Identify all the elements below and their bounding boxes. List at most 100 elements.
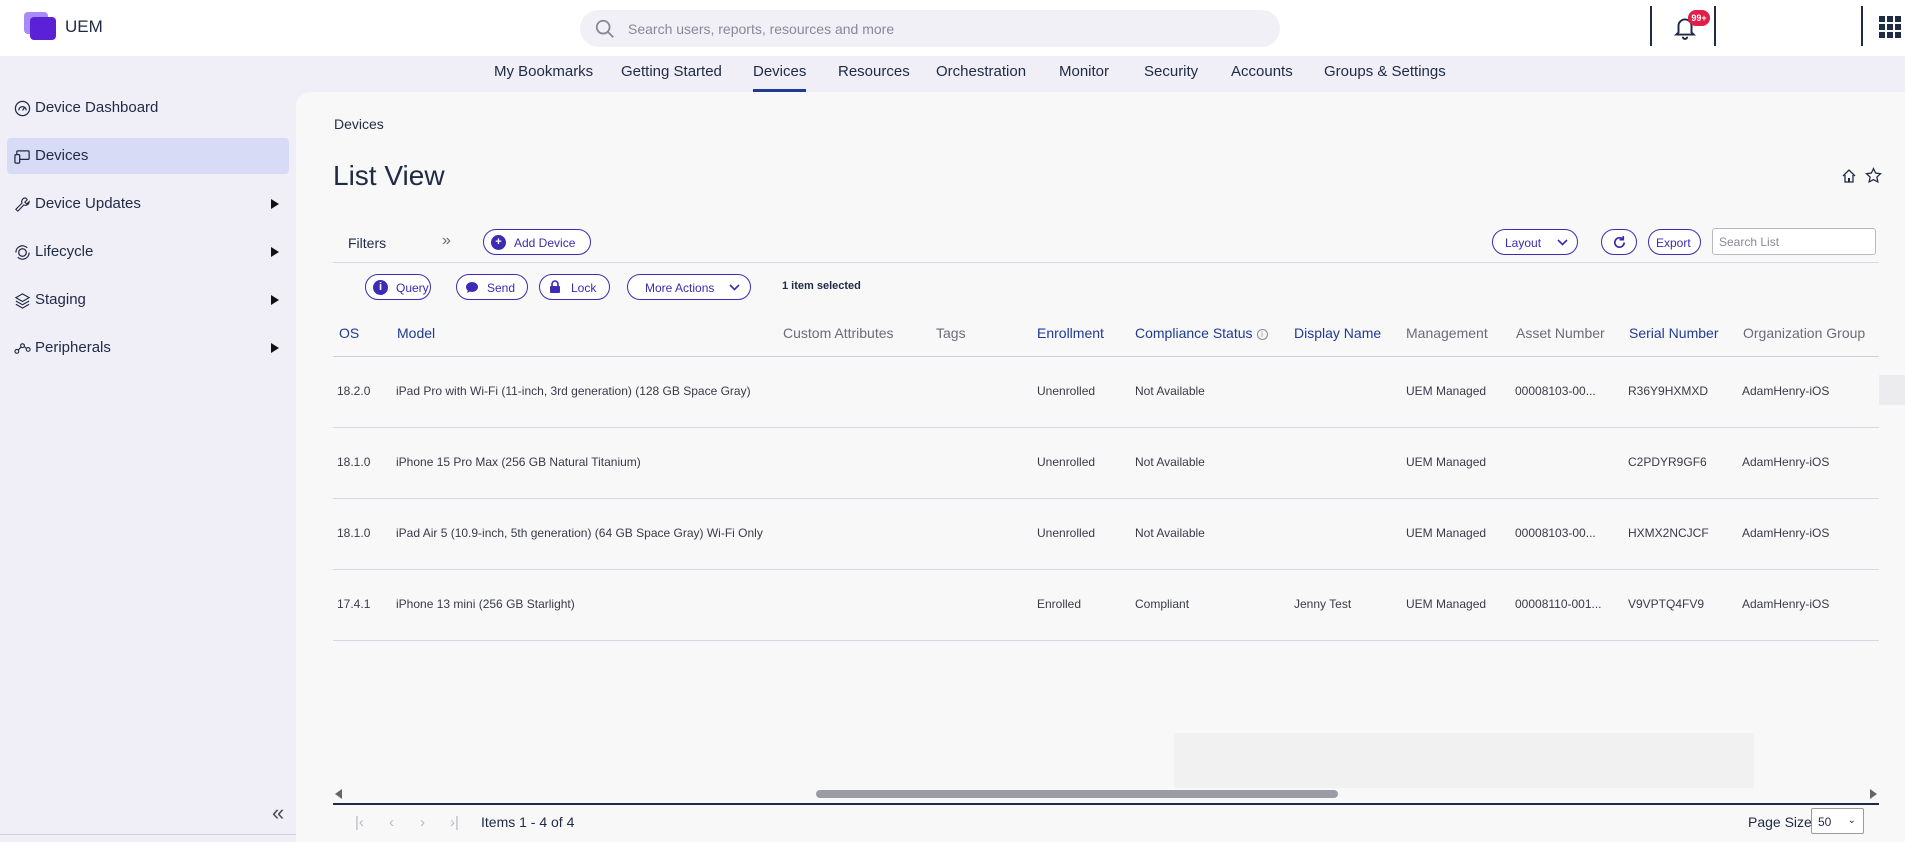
sidebar-items: Device Dashboard Devices Device Updates …	[0, 92, 296, 842]
header-divider	[1714, 6, 1716, 46]
chevron-down-icon	[729, 284, 740, 291]
cell-model[interactable]: iPad Pro with Wi-Fi (11-inch, 3rd genera…	[396, 384, 751, 398]
home-icon[interactable]	[1841, 168, 1857, 184]
nav-my-bookmarks[interactable]: My Bookmarks	[494, 63, 593, 92]
cell-model[interactable]: iPhone 15 Pro Max (256 GB Natural Titani…	[396, 455, 641, 469]
query-button[interactable]: i Query	[365, 274, 431, 300]
nav-accounts[interactable]: Accounts	[1231, 63, 1293, 92]
first-page-icon[interactable]: |‹	[355, 814, 364, 831]
star-icon[interactable]	[1865, 167, 1882, 184]
table-row[interactable]: 17.4.1 iPhone 13 mini (256 GB Starlight)…	[333, 571, 1879, 641]
column-header-serial-number[interactable]: Serial Number	[1629, 325, 1718, 341]
sidebar-item-lifecycle[interactable]: Lifecycle	[7, 234, 289, 270]
nav-devices[interactable]: Devices	[753, 63, 807, 92]
lock-button[interactable]: Lock	[539, 274, 610, 300]
collapse-sidebar-icon[interactable]: «	[272, 800, 284, 826]
table-header: OS Model Custom Attributes Tags Enrollme…	[333, 312, 1879, 357]
cell-organization-group: AdamHenry-iOS	[1742, 455, 1830, 469]
send-button[interactable]: Send	[456, 274, 528, 300]
table-row[interactable]: 18.1.0 iPhone 15 Pro Max (256 GB Natural…	[333, 429, 1879, 499]
scroll-left-icon[interactable]	[335, 789, 342, 799]
scrollbar-thumb[interactable]	[816, 790, 1338, 798]
cell-model[interactable]: iPhone 13 mini (256 GB Starlight)	[396, 597, 575, 611]
brand-name: UEM	[65, 17, 103, 36]
chevron-down-icon: ⌄	[1847, 815, 1856, 826]
app-launcher-icon[interactable]	[1879, 16, 1901, 38]
expand-arrow-icon[interactable]	[271, 295, 279, 305]
prev-page-icon[interactable]: ‹	[389, 814, 394, 831]
devices-icon	[14, 150, 30, 164]
nav-monitor[interactable]: Monitor	[1059, 63, 1109, 92]
column-header-management[interactable]: Management	[1406, 325, 1488, 341]
cell-os: 18.1.0	[337, 455, 371, 469]
sidebar-item-device-updates[interactable]: Device Updates	[7, 186, 289, 222]
sidebar-item-device-dashboard[interactable]: Device Dashboard	[7, 90, 289, 126]
cell-compliance-status: Compliant	[1135, 597, 1190, 611]
column-header-model[interactable]: Model	[397, 325, 435, 341]
column-header-compliance-status[interactable]: Compliance Status i	[1135, 325, 1268, 341]
nav-groups-settings[interactable]: Groups & Settings	[1324, 63, 1446, 92]
expand-arrow-icon[interactable]	[271, 343, 279, 353]
cell-management: UEM Managed	[1406, 384, 1487, 398]
global-search[interactable]	[580, 10, 1280, 47]
info-icon[interactable]: i	[1256, 329, 1268, 340]
column-header-custom-attributes[interactable]: Custom Attributes	[783, 325, 894, 341]
plus-icon: +	[491, 235, 506, 250]
refresh-button[interactable]	[1601, 229, 1637, 255]
nav-orchestration[interactable]: Orchestration	[936, 63, 1026, 92]
page-size-select[interactable]: 50 ⌄	[1811, 808, 1864, 834]
last-page-icon[interactable]: ›|	[450, 814, 459, 831]
chevron-down-icon	[1557, 239, 1568, 246]
expand-arrow-icon[interactable]	[271, 199, 279, 209]
more-actions-dropdown[interactable]: More Actions	[627, 274, 751, 300]
layers-icon	[14, 293, 31, 309]
info-icon: i	[373, 280, 388, 295]
cell-compliance-status: Not Available	[1135, 455, 1205, 469]
column-header-asset-number[interactable]: Asset Number	[1516, 325, 1605, 341]
table-row[interactable]: 18.1.0 iPad Air 5 (10.9-inch, 5th genera…	[333, 500, 1879, 570]
sidebar-item-staging[interactable]: Staging	[7, 282, 289, 318]
cell-os: 17.4.1	[337, 597, 371, 611]
sidebar-item-label: Device Updates	[35, 195, 141, 212]
horizontal-scrollbar[interactable]	[333, 788, 1879, 800]
nav-getting-started[interactable]: Getting Started	[621, 63, 722, 92]
page-size-label: Page Size:	[1748, 814, 1816, 830]
nav-security[interactable]: Security	[1144, 63, 1198, 92]
nav-resources[interactable]: Resources	[838, 63, 910, 92]
breadcrumb[interactable]: Devices	[334, 116, 384, 132]
table-row[interactable]: 18.2.0 iPad Pro with Wi-Fi (11-inch, 3rd…	[333, 358, 1879, 428]
cell-model[interactable]: iPad Air 5 (10.9-inch, 5th generation) (…	[396, 526, 763, 540]
cell-enrollment: Unenrolled	[1037, 384, 1096, 398]
global-search-input[interactable]	[628, 10, 1258, 47]
column-header-display-name[interactable]: Display Name	[1294, 325, 1381, 341]
cell-management: UEM Managed	[1406, 526, 1487, 540]
column-header-tags[interactable]: Tags	[936, 325, 966, 341]
sidebar-divider	[0, 834, 296, 835]
filters-toggle[interactable]: Filters	[348, 235, 386, 251]
uem-logo-icon[interactable]	[24, 12, 56, 40]
add-device-button[interactable]: + Add Device	[483, 229, 591, 255]
column-header-organization-group[interactable]: Organization Group	[1743, 325, 1865, 341]
page-title: List View	[333, 160, 445, 191]
page-size-value: 50	[1818, 815, 1832, 829]
scroll-right-icon[interactable]	[1870, 789, 1877, 799]
expand-filters-icon[interactable]: »	[442, 232, 451, 250]
notification-badge: 99+	[1688, 10, 1710, 26]
cell-management: UEM Managed	[1406, 455, 1487, 469]
expand-arrow-icon[interactable]	[271, 247, 279, 257]
layout-dropdown[interactable]: Layout	[1492, 229, 1578, 255]
lock-icon	[550, 280, 560, 293]
column-header-label: Compliance Status	[1135, 325, 1253, 341]
column-header-enrollment[interactable]: Enrollment	[1037, 325, 1104, 341]
column-header-os[interactable]: OS	[339, 325, 359, 341]
main-content: Devices List View Filters » + Add Device…	[296, 92, 1905, 842]
next-page-icon[interactable]: ›	[420, 814, 425, 831]
column-overflow-stub	[1879, 375, 1905, 405]
cell-serial-number: C2PDYR9GF6	[1628, 455, 1707, 469]
dashboard-icon	[14, 100, 31, 117]
cell-os: 18.1.0	[337, 526, 371, 540]
export-button[interactable]: Export	[1648, 229, 1701, 255]
search-list-input[interactable]	[1712, 228, 1876, 255]
sidebar-item-peripherals[interactable]: Peripherals	[7, 330, 289, 366]
sidebar-item-devices[interactable]: Devices	[7, 138, 289, 174]
